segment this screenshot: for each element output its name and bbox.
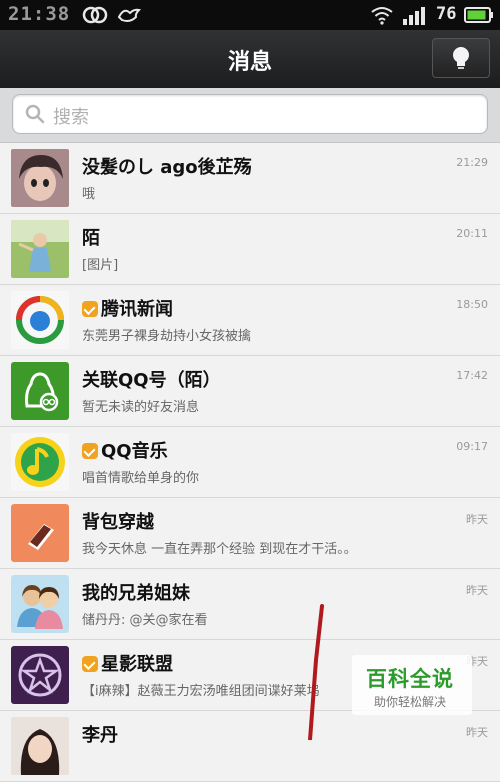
conversation-preview: 东莞男子裸身劫持小女孩被擒	[82, 329, 252, 344]
conversation-time: 昨天	[466, 513, 488, 526]
book-icon	[11, 504, 69, 562]
qq-music-logo	[11, 433, 69, 491]
search-icon	[25, 104, 45, 124]
conversation-item[interactable]: 没髮のし ago後芷殇 哦 21:29	[0, 143, 500, 214]
search-input[interactable]: 搜索	[12, 94, 488, 134]
conversation-item[interactable]: 背包穿越 我今天休息 一直在弄那个经验 到现在才干活。。 昨天	[0, 498, 500, 569]
tencent-news-logo	[11, 291, 69, 349]
battery-percent: 76	[436, 4, 457, 24]
conversation-time: 09:17	[456, 440, 488, 453]
lightbulb-button[interactable]	[432, 38, 490, 78]
verified-badge-icon	[82, 443, 98, 459]
conversation-name: 星影联盟	[82, 650, 173, 676]
battery-icon	[464, 7, 493, 23]
conversation-preview: 【i麻辣】赵薇王力宏汤唯组团间谍好莱坞	[82, 684, 320, 699]
conversation-time: 昨天	[466, 584, 488, 597]
search-bar: 搜索	[0, 88, 500, 143]
conversation-item[interactable]: 陌 [图片] 20:11	[0, 214, 500, 285]
conversation-preview: 暂无未读的好友消息	[82, 400, 200, 415]
avatar	[11, 149, 69, 207]
conversation-time: 21:29	[456, 156, 488, 169]
group-avatar-icon	[11, 575, 69, 633]
conversation-item[interactable]: 关联QQ号（陌） 暂无未读的好友消息 17:42	[0, 356, 500, 427]
conversation-item[interactable]: 我的兄弟姐妹 储丹丹: @关@家在看 昨天	[0, 569, 500, 640]
conversation-name: 没髮のし ago後芷殇	[82, 157, 252, 178]
avatar	[11, 220, 69, 278]
conversation-item[interactable]: 腾讯新闻 东莞男子裸身劫持小女孩被擒 18:50	[0, 285, 500, 356]
conversation-time: 昨天	[466, 726, 488, 739]
lightbulb-icon	[453, 47, 469, 69]
conversation-time: 20:11	[456, 227, 488, 240]
conversation-name: 关联QQ号（陌）	[82, 370, 221, 391]
title-bar: 消息	[0, 30, 500, 89]
wifi-icon	[371, 7, 393, 25]
linked-qq-icon	[11, 362, 69, 420]
conversation-preview: 哦	[82, 187, 96, 202]
conversation-preview: 我今天休息 一直在弄那个经验 到现在才干活。。	[82, 542, 357, 557]
conversation-item[interactable]: 李丹 昨天	[0, 711, 500, 782]
status-bar: 21:38 76	[0, 0, 500, 30]
conversation-time: 18:50	[456, 298, 488, 311]
avatar	[11, 717, 69, 775]
search-placeholder: 搜索	[53, 107, 89, 128]
watermark-title: 百科全说	[366, 667, 454, 691]
conversation-name: 腾讯新闻	[82, 295, 173, 321]
bird-icon	[117, 8, 142, 22]
conversation-item[interactable]: QQ音乐 唱首情歌给单身的你 09:17	[0, 427, 500, 498]
conversation-name: 我的兄弟姐妹	[82, 583, 190, 604]
watermark-logo: 百科全说 助你轻松解决	[352, 655, 472, 715]
verified-badge-icon	[82, 301, 98, 317]
star-shadow-logo	[11, 646, 69, 704]
conversation-time: 17:42	[456, 369, 488, 382]
conversation-preview: [图片]	[82, 258, 119, 273]
conversation-preview: 储丹丹: @关@家在看	[82, 613, 208, 628]
conversation-name: 陌	[82, 228, 100, 249]
signal-icon	[403, 7, 425, 25]
conversation-name: QQ音乐	[82, 437, 168, 463]
conversation-name: 李丹	[82, 725, 118, 746]
watermark-subtitle: 助你轻松解决	[374, 695, 447, 709]
link-icon	[82, 6, 108, 24]
conversation-preview: 唱首情歌给单身的你	[82, 471, 200, 486]
conversation-name: 背包穿越	[82, 512, 154, 533]
verified-badge-icon	[82, 656, 98, 672]
page-title: 消息	[227, 50, 272, 75]
